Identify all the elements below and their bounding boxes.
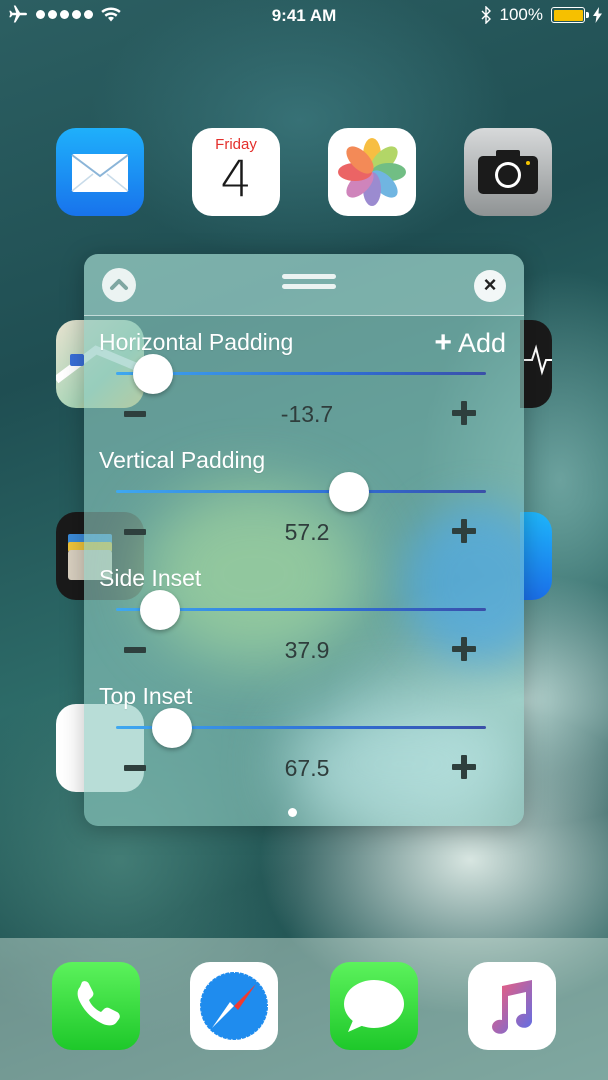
music-icon[interactable]: [468, 962, 556, 1050]
increment-button[interactable]: [452, 637, 476, 661]
calendar-date: 4: [220, 150, 252, 208]
slider-label: Side Inset: [99, 565, 202, 591]
app-store-icon[interactable]: [520, 512, 552, 600]
slider-label: Vertical Padding: [99, 447, 266, 473]
status-bar: 9:41 AM 100%: [0, 0, 608, 32]
close-button[interactable]: ×: [474, 270, 506, 302]
slider-section-vertical-padding: Vertical Padding 57.2: [84, 447, 524, 565]
bluetooth-icon: [481, 6, 491, 24]
chevron-up-icon: [110, 279, 128, 290]
calendar-icon[interactable]: Friday 4: [192, 128, 280, 216]
battery-icon: [551, 7, 589, 23]
increment-button[interactable]: [452, 755, 476, 779]
collapse-button[interactable]: [102, 268, 136, 302]
panel-header: ×: [84, 254, 524, 316]
slider-thumb[interactable]: [140, 590, 181, 630]
slider-section-side-inset: Side Inset 37.9: [84, 565, 524, 683]
slider-thumb[interactable]: [133, 354, 173, 394]
page-indicator: [288, 808, 297, 817]
slider-label: Top Inset: [99, 683, 193, 709]
photos-icon[interactable]: [328, 128, 416, 216]
camera-icon[interactable]: [464, 128, 552, 216]
charging-icon: [593, 7, 602, 23]
slider-section-horizontal-padding: Horizontal Padding -13.7: [84, 329, 524, 447]
mail-icon[interactable]: [56, 128, 144, 216]
messages-icon[interactable]: [330, 962, 418, 1050]
battery-percent: 100%: [499, 5, 543, 24]
increment-button[interactable]: [452, 401, 476, 425]
close-icon: ×: [483, 272, 497, 297]
activity-icon[interactable]: [520, 320, 552, 408]
increment-button[interactable]: [452, 519, 476, 543]
slider-thumb[interactable]: [329, 472, 370, 512]
slider-label: Horizontal Padding: [99, 329, 294, 355]
slider-thumb[interactable]: [151, 708, 192, 748]
slider-track[interactable]: [116, 490, 486, 493]
drag-handle-icon[interactable]: [282, 274, 336, 292]
safari-icon[interactable]: [190, 962, 278, 1050]
padding-settings-panel: × + Add Horizontal Padding -13.7 Vertica…: [84, 254, 524, 826]
phone-icon[interactable]: [52, 962, 140, 1050]
slider-section-top-inset: Top Inset 67.5: [84, 683, 524, 801]
status-right: 100%: [480, 5, 602, 25]
